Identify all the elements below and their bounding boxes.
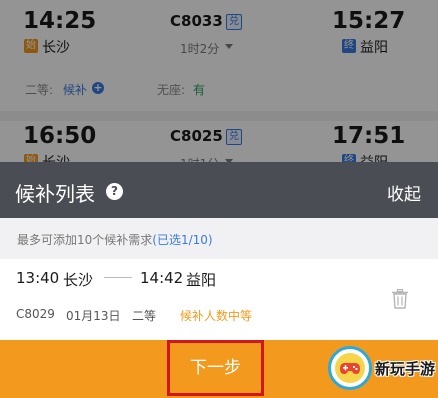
bottom-bar: 下一步 新玩手游: [0, 340, 438, 398]
dim-overlay[interactable]: [0, 0, 438, 175]
item-arrive-time: 14:42: [140, 269, 184, 287]
watermark-text: 新玩手游: [375, 360, 436, 378]
help-icon[interactable]: ?: [106, 183, 123, 200]
limit-text: 最多可添加10个候补需求: [17, 233, 153, 247]
next-step-button[interactable]: 下一步: [167, 340, 264, 396]
waitlist-item[interactable]: 13:40 长沙 14:42 益阳 C8029 01月13日 二等 候补人数中等: [0, 259, 438, 340]
waitlist-sheet-header: 候补列表 ? 收起: [0, 162, 438, 218]
item-train-number: C8029: [16, 307, 55, 321]
route-line: [104, 277, 132, 278]
item-status: 候补人数中等: [180, 309, 253, 323]
waitlist-sheet-body: 最多可添加10个候补需求(已选1/10) 13:40 长沙 14:42 益阳 C…: [0, 218, 438, 340]
selected-count: (已选1/10): [152, 233, 213, 247]
item-from-station: 长沙: [63, 271, 94, 289]
item-date: 01月13日: [66, 309, 121, 323]
item-seat-class: 二等: [132, 309, 157, 323]
item-to-station: 益阳: [186, 271, 217, 289]
item-depart-time: 13:40: [16, 269, 60, 287]
limit-info: 最多可添加10个候补需求(已选1/10): [17, 231, 213, 248]
collapse-button[interactable]: 收起: [387, 180, 421, 205]
sheet-title: 候补列表: [15, 182, 95, 206]
trash-icon[interactable]: [392, 289, 408, 309]
gamepad-logo-icon: [328, 346, 372, 390]
